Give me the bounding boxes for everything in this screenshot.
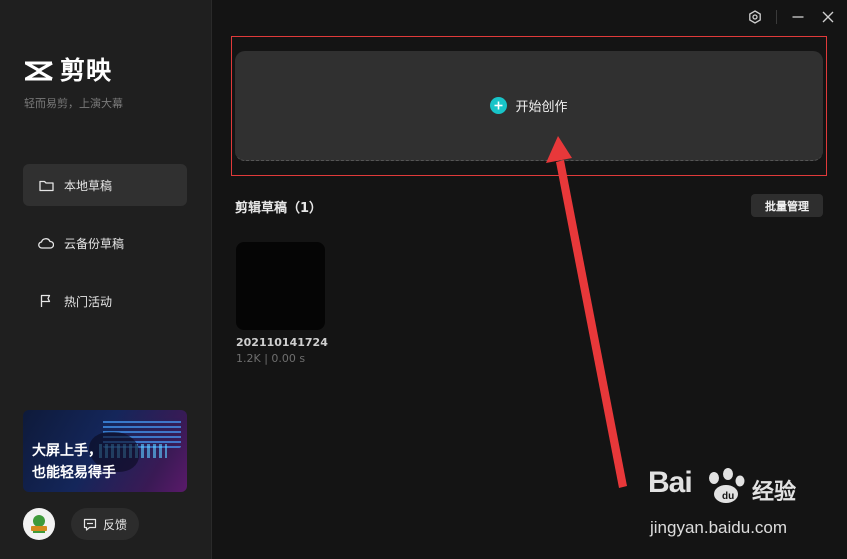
batch-manage-button[interactable]: 批量管理: [751, 194, 823, 217]
window-controls: [734, 8, 837, 26]
app-logo: 剪映: [24, 58, 112, 84]
capcut-logo-icon: [25, 61, 53, 81]
sidebar-item-label: 云备份草稿: [64, 236, 125, 251]
flag-icon: [38, 293, 54, 309]
sidebar-item-hot-events[interactable]: 热门活动: [23, 280, 187, 322]
sidebar: 剪映 轻而易剪，上演大幕 本地草稿 云备份草稿 热门活动 大屏上手， 也能轻易得…: [0, 0, 212, 559]
plus-icon: [490, 97, 508, 114]
draft-meta: 1.2K | 0.00 s: [236, 352, 306, 365]
watermark-brand-cn: 经验: [752, 480, 797, 505]
app-name: 剪映: [60, 56, 113, 85]
message-icon: [83, 518, 97, 531]
sidebar-item-cloud-drafts[interactable]: 云备份草稿: [23, 222, 187, 264]
avatar-icon: [31, 515, 47, 533]
svg-text:du: du: [722, 491, 734, 502]
settings-icon: [749, 10, 761, 24]
sidebar-item-label: 本地草稿: [64, 178, 113, 193]
avatar[interactable]: [23, 508, 55, 540]
paw-icon: du: [709, 468, 745, 503]
banner-line-2: 也能轻易得手: [32, 465, 116, 481]
promo-banner[interactable]: 大屏上手， 也能轻易得手: [23, 410, 187, 492]
sidebar-item-local-drafts[interactable]: 本地草稿: [23, 164, 187, 206]
settings-button[interactable]: [746, 8, 764, 26]
folder-icon: [38, 177, 54, 193]
draft-thumbnail[interactable]: [236, 242, 325, 330]
watermark-brand: Bai: [648, 466, 693, 499]
start-creating-button[interactable]: 开始创作: [235, 51, 823, 161]
close-button[interactable]: [819, 8, 837, 26]
close-icon: [822, 11, 834, 23]
minimize-button[interactable]: [789, 8, 807, 26]
minimize-icon: [792, 16, 804, 18]
watermark-url: jingyan.baidu.com: [650, 518, 788, 537]
feedback-button[interactable]: 反馈: [71, 508, 139, 540]
cloud-icon: [38, 235, 54, 251]
sidebar-item-label: 热门活动: [64, 294, 113, 309]
start-creating-label: 开始创作: [515, 100, 568, 115]
feedback-label: 反馈: [102, 517, 127, 532]
banner-line-1: 大屏上手，: [32, 443, 102, 459]
window-controls-divider: [776, 10, 777, 24]
drafts-section-title: 剪辑草稿（1）: [235, 201, 323, 216]
app-slogan: 轻而易剪，上演大幕: [24, 97, 123, 110]
draft-name[interactable]: 202110141724: [236, 336, 328, 349]
baidu-jingyan-watermark: Bai du 经验 jingyan.baidu.com: [648, 462, 838, 552]
